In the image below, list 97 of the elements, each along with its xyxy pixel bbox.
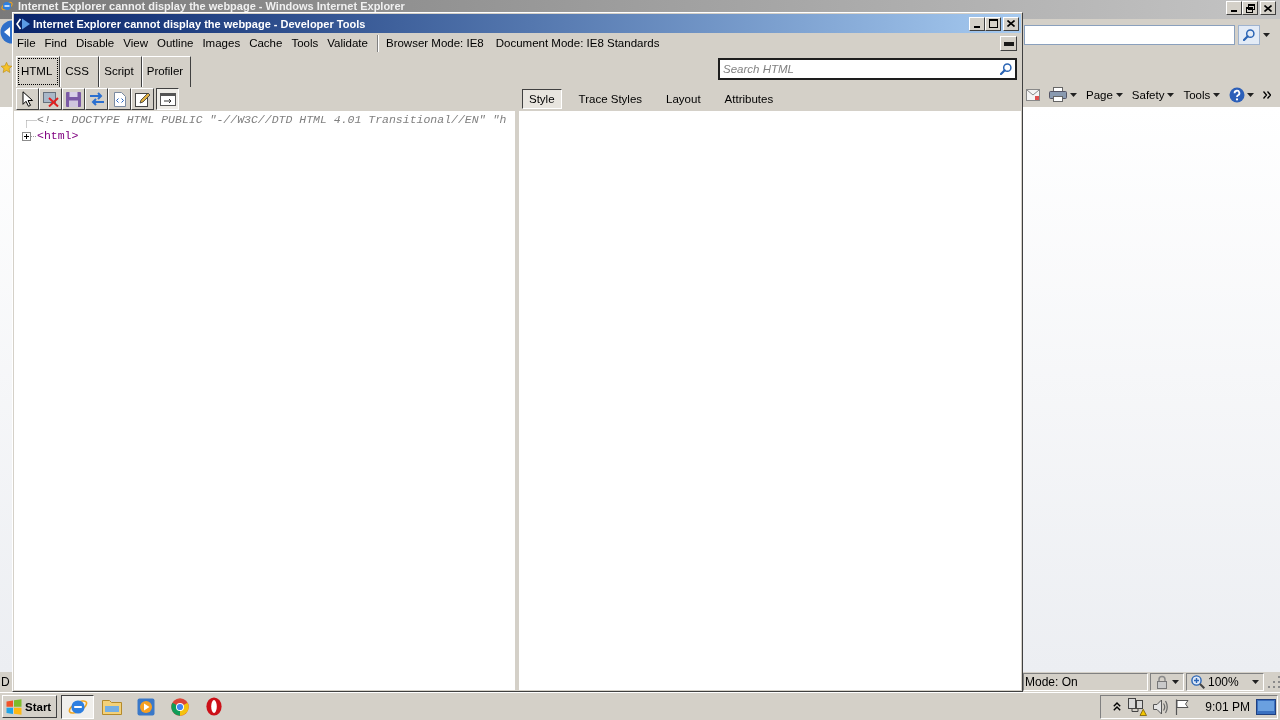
search-field[interactable]	[1024, 25, 1235, 45]
network-warning-icon[interactable]	[1127, 697, 1148, 716]
menu-item[interactable]: View	[123, 36, 148, 51]
play-icon	[136, 697, 155, 716]
window-title: Internet Explorer cannot display the webpage - Developer Tools	[33, 16, 366, 31]
command-menu-button[interactable]: Tools	[1183, 87, 1221, 102]
minimize-panel-button[interactable]	[1000, 36, 1017, 51]
expand-plus-icon[interactable]	[22, 131, 36, 141]
caret-icon	[1167, 92, 1175, 97]
padlock-icon	[1155, 675, 1168, 689]
select-element-button[interactable]	[16, 88, 39, 110]
help-button[interactable]	[1229, 86, 1255, 103]
search-field[interactable]: Search HTML	[718, 58, 1017, 80]
envelope-icon[interactable]	[1026, 88, 1040, 101]
caret-icon	[1213, 92, 1221, 97]
caret-icon	[1263, 33, 1270, 37]
clear-button[interactable]	[39, 88, 62, 110]
command-menu-button[interactable]: Page	[1086, 87, 1123, 102]
close-icon	[1007, 20, 1015, 27]
bar-icon	[1003, 41, 1014, 46]
swap-arrows-icon	[88, 92, 105, 106]
save-button[interactable]	[62, 88, 85, 110]
menu-item[interactable]: Disable	[75, 36, 115, 51]
menu-item[interactable]: Tools	[291, 36, 319, 51]
page-pencil-icon	[134, 91, 151, 107]
tab[interactable]: Script	[99, 56, 142, 87]
show-desktop-icon[interactable]	[1256, 698, 1276, 715]
chevron-up-icon[interactable]	[1113, 702, 1122, 711]
resize-grip-icon[interactable]	[1268, 676, 1280, 688]
restore-button[interactable]	[1242, 1, 1258, 15]
html-comment: <!-- DOCTYPE HTML PUBLIC "-//W3C//DTD HTML 4.01 Transitional//EN" "h	[37, 112, 507, 128]
print-button[interactable]	[1049, 87, 1077, 102]
close-button[interactable]	[1260, 1, 1276, 15]
caret-icon	[1171, 680, 1179, 684]
menu-item[interactable]: Cache	[249, 36, 283, 51]
refresh-button[interactable]	[85, 88, 108, 110]
tab[interactable]: HTML	[16, 56, 61, 87]
back-arrow-icon[interactable]	[0, 20, 12, 44]
image-cross-icon	[42, 91, 59, 107]
flag-icon[interactable]	[1175, 698, 1190, 715]
menu-item[interactable]: File	[17, 36, 36, 51]
minimize-icon	[974, 25, 980, 28]
word-wrap-button[interactable]	[156, 88, 179, 110]
clock: 9:01 PM	[1205, 698, 1250, 715]
minimize-button[interactable]	[969, 16, 985, 31]
zoom-button[interactable]: 100%	[1186, 673, 1264, 691]
close-button[interactable]	[1003, 16, 1019, 31]
tree-connector-icon	[26, 120, 37, 128]
menu-item[interactable]: Find	[44, 36, 67, 51]
protected-mode-status: Mode: On	[1023, 673, 1148, 691]
command-menu-button[interactable]: Safety	[1131, 87, 1175, 102]
chevron-triangle-icon	[16, 17, 30, 30]
edit-button[interactable]	[131, 88, 154, 110]
maximize-icon	[988, 19, 998, 28]
tricolor-ring-icon	[170, 697, 189, 716]
start-button[interactable]: Start	[2, 695, 57, 718]
maximize-button[interactable]	[985, 16, 1001, 31]
speaker-icon[interactable]	[1153, 698, 1170, 715]
star-icon[interactable]	[1, 62, 12, 73]
caret-icon	[1252, 680, 1259, 684]
pane-tab[interactable]: Trace Styles	[571, 89, 650, 109]
restore-icon	[1245, 3, 1255, 13]
mode-menu[interactable]: Browser Mode: IE8	[385, 36, 484, 51]
html-element-node[interactable]: <html>	[37, 128, 79, 144]
ringed-globe-icon	[1, 0, 13, 12]
pane-tab[interactable]: Attributes	[717, 89, 781, 109]
window-title: Internet Explorer cannot display the webpage - Windows Internet Explorer	[18, 0, 405, 12]
pane-tab[interactable]: Style	[522, 89, 562, 109]
caret-icon	[1115, 92, 1123, 97]
menu-item[interactable]: Images	[202, 36, 241, 51]
menu-item[interactable]: Outline	[157, 36, 194, 51]
printer-icon	[1049, 87, 1067, 102]
search-button[interactable]	[1238, 25, 1260, 45]
status-text: D	[0, 674, 10, 690]
zoom-in-icon	[1191, 675, 1205, 689]
mode-menu[interactable]: Document Mode: IE8 Standards	[495, 36, 660, 51]
taskbar-app-button[interactable]	[61, 694, 94, 719]
caret-icon	[1247, 92, 1255, 97]
help-icon	[1229, 86, 1246, 103]
tab[interactable]: Profiler	[141, 56, 192, 87]
security-button[interactable]	[1150, 673, 1184, 691]
search-icon	[1000, 63, 1012, 75]
code-page-icon	[113, 91, 126, 107]
minimize-icon	[1231, 10, 1237, 12]
double-chevron-icon[interactable]	[1263, 90, 1272, 99]
search-icon	[1243, 29, 1255, 41]
pane-tab[interactable]: Layout	[659, 89, 708, 109]
view-source-button[interactable]	[108, 88, 131, 110]
four-pane-flag-icon	[6, 698, 22, 715]
menu-item[interactable]: Validate	[327, 36, 368, 51]
oval-ring-icon	[205, 697, 222, 716]
cursor-arrow-icon	[21, 91, 34, 107]
close-icon	[1264, 4, 1272, 12]
folder-icon	[101, 698, 122, 715]
minimize-button[interactable]	[1226, 1, 1242, 15]
tab[interactable]: CSS	[60, 56, 100, 87]
caret-icon	[1070, 92, 1077, 97]
